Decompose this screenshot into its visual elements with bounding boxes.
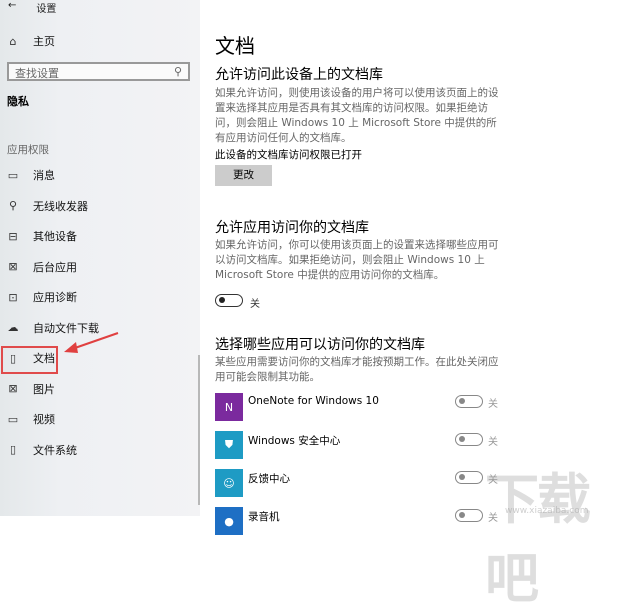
nav-icon: ⚲ [8, 199, 18, 212]
nav-icon: ⊟ [8, 229, 18, 243]
toggle-state: 关 [250, 299, 260, 310]
nav-icon: ☁ [7, 321, 19, 334]
section-heading: 允许应用访问你的文档库 [215, 220, 369, 236]
group-title: 应用权限 [7, 144, 49, 156]
change-button[interactable]: 更改 [215, 165, 272, 186]
annotation-arrow [64, 332, 119, 353]
section-heading: 允许访问此设备上的文档库 [215, 67, 383, 83]
app-name: 反馈中心 [248, 473, 290, 485]
home-label: 主页 [33, 35, 55, 48]
nav-label: 其他设备 [33, 230, 77, 243]
search-icon: ⚲ [173, 65, 182, 78]
app-toggle[interactable] [455, 395, 483, 408]
app-access-toggle[interactable] [215, 294, 243, 307]
sidebar-item-1[interactable]: ⚲ 无线收发器 [7, 196, 88, 216]
page-title: 文档 [215, 34, 255, 58]
app-name: 录音机 [248, 511, 280, 523]
app-toggle[interactable] [455, 471, 483, 484]
nav-icon: ⊡ [8, 290, 18, 304]
nav-label: 无线收发器 [33, 199, 88, 213]
back-button[interactable]: ← [8, 0, 16, 15]
sidebar-item-7[interactable]: ⊠ 图片 [7, 379, 55, 399]
sidebar: ← 设置 ⌂ 主页 查找设置 ⚲ 隐私 应用权限 ▭ 消息 ⚲ 无线收发器 ⊟ 其他设备 ⊠ 后台应… [0, 0, 200, 516]
sidebar-item-2[interactable]: ⊟ 其他设备 [7, 226, 77, 246]
watermark: 下载吧 [485, 468, 591, 610]
app-icon: ● [215, 507, 243, 535]
app-toggle-state: 关 [488, 437, 498, 448]
sidebar-item-0[interactable]: ▭ 消息 [7, 165, 55, 185]
sidebar-item-9[interactable]: ▯ 文件系统 [7, 440, 77, 460]
section-title: 隐私 [7, 95, 29, 108]
nav-label: 消息 [33, 169, 55, 182]
nav-label: 应用诊断 [33, 291, 77, 304]
sidebar-item-8[interactable]: ▭ 视频 [7, 409, 55, 429]
nav-icon: ▭ [7, 412, 19, 426]
section-heading: 选择哪些应用可以访问你的文档库 [215, 337, 425, 353]
app-icon: ☺ [215, 469, 243, 497]
window-title: 设置 [36, 4, 57, 15]
nav-icon: ▯ [9, 443, 17, 456]
nav-label: 文件系统 [33, 443, 77, 457]
app-toggle[interactable] [455, 433, 483, 446]
nav-icon: ⊠ [8, 382, 18, 395]
section-desc: 某些应用需要访问你的文档库才能按预期工作。在此处关闭应用可能会限制其功能。 [215, 356, 499, 383]
search-placeholder: 查找设置 [15, 67, 59, 80]
search-input[interactable]: 查找设置 ⚲ [7, 62, 190, 81]
sidebar-item-home[interactable]: ⌂ 主页 [7, 31, 56, 51]
nav-label: 图片 [33, 382, 55, 396]
app-icon: ⛊ [215, 431, 243, 459]
watermark-url: www.xiazaiba.com [505, 506, 589, 516]
nav-label: 视频 [33, 413, 55, 426]
access-status: 此设备的文档库访问权限已打开 [215, 149, 362, 161]
section-desc: 如果允许访问，你可以使用该页面上的设置来选择哪些应用可以访问文档库。如果拒绝访问… [215, 239, 499, 281]
app-name: OneNote for Windows 10 [248, 395, 379, 407]
sidebar-item-4[interactable]: ⊡ 应用诊断 [7, 287, 77, 307]
app-toggle-state: 关 [488, 399, 498, 410]
nav-icon: ▭ [7, 168, 19, 182]
nav-icon: ⊠ [8, 260, 18, 273]
home-icon: ⌂ [9, 34, 17, 48]
app-icon: N [215, 393, 243, 421]
nav-label: 后台应用 [33, 260, 77, 274]
sidebar-item-3[interactable]: ⊠ 后台应用 [7, 257, 77, 277]
app-name: Windows 安全中心 [248, 435, 341, 447]
main-content: 文档 允许访问此设备上的文档库 如果允许访问，则使用该设备的用户将可以使用该页面… [200, 0, 619, 535]
selected-item-highlight [1, 346, 58, 374]
section-desc: 如果允许访问，则使用该设备的用户将可以使用该页面上的设置来选择其应用是否具有其文… [215, 87, 499, 144]
